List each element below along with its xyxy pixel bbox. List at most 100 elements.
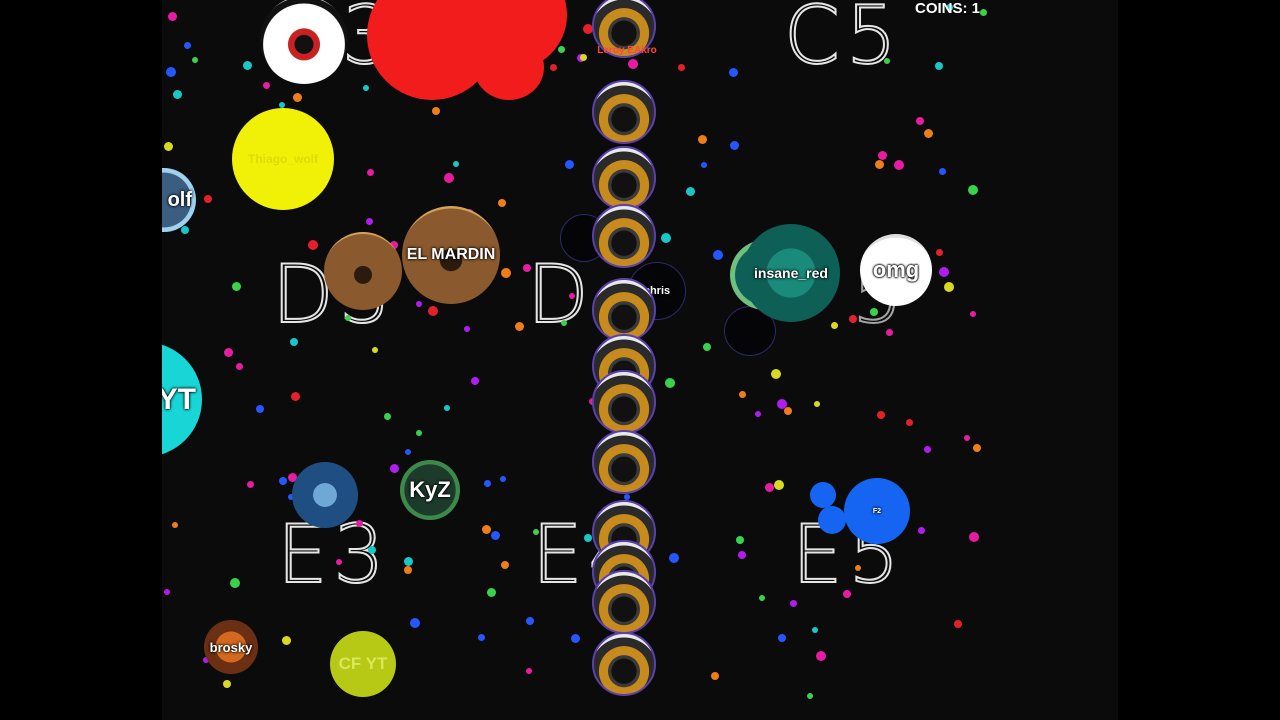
food-pellet bbox=[755, 411, 761, 417]
food-pellet bbox=[290, 338, 298, 346]
food-pellet bbox=[939, 168, 946, 175]
cf-yt-player-cell: CF YT bbox=[330, 631, 396, 697]
yellow-player-cell: Thiago_wolf bbox=[232, 108, 334, 210]
food-pellet bbox=[192, 57, 198, 63]
omg-player-cell: omg bbox=[860, 234, 932, 306]
coins-counter: COINS: 1 bbox=[914, 0, 980, 17]
food-pellet bbox=[363, 85, 369, 91]
food-pellet bbox=[580, 54, 587, 61]
food-pellet bbox=[774, 480, 784, 490]
food-pellet bbox=[453, 161, 459, 167]
food-pellet bbox=[501, 268, 511, 278]
food-pellet bbox=[569, 293, 575, 299]
food-pellet bbox=[906, 419, 913, 426]
snake-head-name: Leroy EAkro bbox=[582, 40, 672, 60]
food-pellet bbox=[168, 12, 177, 21]
food-pellet bbox=[558, 46, 565, 53]
top-snake-name: Leroy EAkro bbox=[597, 44, 657, 56]
food-pellet bbox=[416, 430, 422, 436]
cyan-player-name: YT bbox=[162, 382, 196, 416]
blue-player-cell: F2 bbox=[844, 478, 910, 544]
food-pellet bbox=[870, 308, 878, 316]
food-pellet bbox=[661, 233, 671, 243]
food-pellet bbox=[291, 392, 300, 401]
sector-label-e3: E3 bbox=[276, 508, 391, 601]
food-pellet bbox=[501, 561, 509, 569]
sector-label-c5: C5 bbox=[783, 0, 903, 82]
food-pellet bbox=[384, 413, 391, 420]
food-pellet bbox=[366, 218, 373, 225]
snake-segment bbox=[592, 430, 656, 494]
food-pellet bbox=[814, 401, 820, 407]
food-pellet bbox=[256, 405, 264, 413]
snake-segment bbox=[592, 278, 656, 342]
food-pellet bbox=[665, 378, 675, 388]
food-pellet bbox=[686, 187, 695, 196]
food-pellet bbox=[924, 446, 931, 453]
food-pellet bbox=[482, 525, 491, 534]
blue-wolf-player-cell bbox=[292, 462, 358, 528]
food-pellet bbox=[484, 480, 491, 487]
food-pellet bbox=[807, 693, 813, 699]
brosky-name: brosky bbox=[209, 639, 253, 655]
food-pellet bbox=[368, 546, 376, 554]
food-pellet bbox=[954, 620, 962, 628]
food-pellet bbox=[669, 553, 679, 563]
game-canvas[interactable]: C5 D3 D 5 3 E3 E4 E5 Thiago_wolf olf YT … bbox=[162, 0, 1118, 720]
food-pellet bbox=[877, 411, 885, 419]
food-pellet bbox=[487, 588, 496, 597]
bear-player-cell-small bbox=[324, 232, 402, 310]
food-pellet bbox=[404, 557, 413, 566]
blue-player-cell-part bbox=[810, 482, 836, 508]
food-pellet bbox=[523, 264, 531, 272]
food-pellet bbox=[565, 160, 574, 169]
food-pellet bbox=[166, 67, 176, 77]
food-pellet bbox=[223, 680, 231, 688]
food-pellet bbox=[263, 82, 270, 89]
cyan-player-cell: YT bbox=[162, 342, 202, 457]
food-pellet bbox=[181, 226, 189, 234]
food-pellet bbox=[500, 476, 506, 482]
food-pellet bbox=[812, 627, 818, 633]
food-pellet bbox=[701, 162, 707, 168]
snake-segment bbox=[592, 370, 656, 434]
food-pellet bbox=[970, 311, 976, 317]
food-pellet bbox=[584, 534, 592, 542]
food-pellet bbox=[390, 464, 399, 473]
food-pellet bbox=[843, 590, 851, 598]
food-pellet bbox=[498, 199, 506, 207]
food-pellet bbox=[164, 142, 173, 151]
food-pellet bbox=[471, 377, 479, 385]
food-pellet bbox=[243, 61, 252, 70]
panda-player-cell bbox=[260, 0, 348, 84]
bear-player-cell: EL MARDIN bbox=[402, 206, 500, 304]
food-pellet bbox=[778, 634, 786, 642]
food-pellet bbox=[935, 62, 943, 70]
food-pellet bbox=[173, 90, 182, 99]
food-pellet bbox=[405, 449, 411, 455]
food-pellet bbox=[279, 477, 287, 485]
food-pellet bbox=[924, 129, 933, 138]
blue-player-name: F2 bbox=[872, 507, 882, 515]
el-mardin-name: EL MARDIN bbox=[406, 246, 496, 263]
food-pellet bbox=[247, 481, 254, 488]
food-pellet bbox=[345, 315, 351, 321]
wolf-player-name: olf bbox=[167, 188, 192, 211]
food-pellet bbox=[759, 595, 765, 601]
food-pellet bbox=[886, 329, 893, 336]
food-pellet bbox=[308, 240, 318, 250]
food-pellet bbox=[964, 435, 970, 441]
food-pellet bbox=[918, 527, 925, 534]
food-pellet bbox=[561, 320, 567, 326]
food-pellet bbox=[367, 169, 374, 176]
food-pellet bbox=[478, 634, 485, 641]
food-pellet bbox=[550, 64, 557, 71]
food-pellet bbox=[816, 651, 826, 661]
kyz-player-cell: KyZ bbox=[400, 460, 460, 520]
food-pellet bbox=[204, 195, 212, 203]
food-pellet bbox=[713, 250, 723, 260]
food-pellet bbox=[678, 64, 685, 71]
food-pellet bbox=[730, 141, 739, 150]
food-pellet bbox=[416, 301, 422, 307]
kyz-name: KyZ bbox=[409, 477, 451, 502]
